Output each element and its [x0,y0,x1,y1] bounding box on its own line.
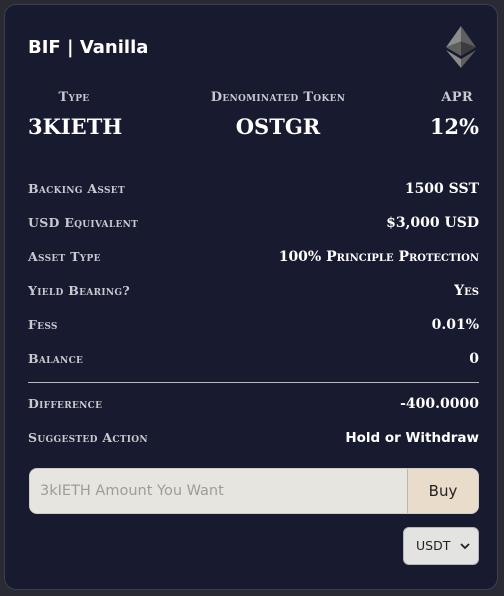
result-list: Difference -400.0000 Suggested Action Ho… [28,396,479,464]
type-value: 3KIETH [28,114,123,139]
token-value: OSTGR [235,114,321,139]
amount-input[interactable] [30,469,408,513]
divider [28,382,479,383]
result-key: Difference [28,396,103,411]
detail-row-usd-equivalent: USD Equivalent $3,000 USD [28,215,479,249]
detail-value: 100% Principle Protection [278,249,479,265]
chevron-down-icon [460,543,470,550]
detail-key: Fess [28,317,58,332]
token-column: Denominated Token OSTGR [178,90,378,139]
type-label: Type [58,90,90,105]
result-value: -400.0000 [400,396,479,412]
details-list: Backing Asset 1500 SST USD Equivalent $3… [28,181,479,385]
detail-row-asset-type: Asset Type 100% Principle Protection [28,249,479,283]
detail-key: Balance [28,351,84,366]
ethereum-icon [446,26,476,68]
detail-key: Backing Asset [28,181,125,196]
detail-value: 0.01% [431,317,479,333]
buy-button[interactable]: Buy [407,469,478,513]
detail-key: Yield Bearing? [28,283,131,298]
apr-column: APR 12% [399,90,479,139]
apr-value: 12% [429,114,479,139]
result-key: Suggested Action [28,430,148,445]
detail-value: Yes [454,283,479,299]
detail-row-backing-asset: Backing Asset 1500 SST [28,181,479,215]
apr-label: APR [441,90,473,105]
currency-select[interactable]: USDT [403,527,479,565]
vault-card: BIF | Vanilla Type 3KIETH Denominated To… [4,4,498,590]
detail-value: $3,000 USD [386,215,479,231]
result-row-suggested-action: Suggested Action Hold or Withdraw [28,430,479,464]
amount-input-group: Buy [29,468,479,514]
detail-row-fees: Fess 0.01% [28,317,479,351]
detail-row-balance: Balance 0 [28,351,479,385]
detail-value: 0 [469,351,479,367]
card-title: BIF | Vanilla [28,37,149,58]
result-row-difference: Difference -400.0000 [28,396,479,430]
detail-key: USD Equivalent [28,215,139,230]
type-column: Type 3KIETH [28,90,123,139]
detail-value: 1500 SST [404,181,479,197]
detail-row-yield-bearing: Yield Bearing? Yes [28,283,479,317]
detail-key: Asset Type [28,249,101,264]
currency-select-value: USDT [416,538,451,553]
token-label: Denominated Token [210,90,346,105]
result-value: Hold or Withdraw [345,430,479,446]
